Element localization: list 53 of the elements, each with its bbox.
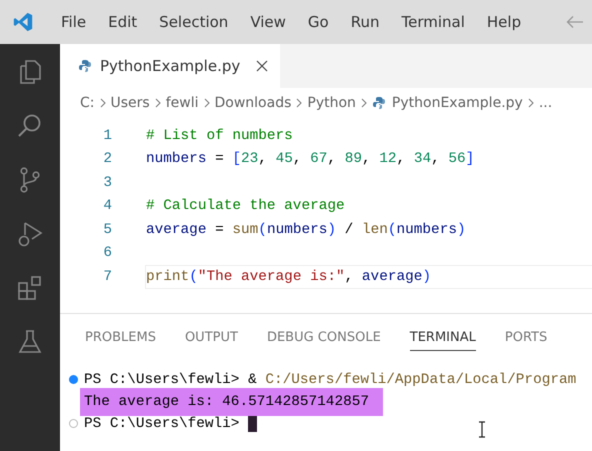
- line-number: 6: [102, 245, 113, 262]
- run-debug-icon[interactable]: [16, 220, 44, 248]
- panel-tab[interactable]: DEBUG CONSOLE: [266, 326, 381, 350]
- extensions-icon[interactable]: [16, 274, 44, 302]
- breadcrumb-item[interactable]: Python: [307, 95, 356, 111]
- menu-item[interactable]: Terminal: [390, 13, 476, 31]
- status-dot: [69, 375, 78, 384]
- menu-item[interactable]: View: [239, 13, 297, 31]
- breadcrumb-item[interactable]: Users: [110, 95, 150, 111]
- menu-item[interactable]: Selection: [148, 13, 240, 31]
- chevron-icon: [360, 98, 368, 108]
- panel-tab[interactable]: PORTS: [504, 326, 548, 350]
- code-line: # List of numbers: [145, 126, 294, 146]
- terminal-cursor: [248, 415, 258, 432]
- menu-item[interactable]: Go: [296, 13, 340, 31]
- line-number: 4: [102, 198, 113, 214]
- line-number: 7: [102, 268, 113, 285]
- terminal-line: PS C:\Users\fewli> & C:/Users/fewli/AppData/Local/Program: [84, 372, 576, 388]
- close-icon[interactable]: [256, 60, 268, 72]
- chevron-icon: [295, 98, 304, 108]
- menu-item[interactable]: Run: [340, 13, 390, 31]
- editor-tab[interactable]: PythonExample.py: [60, 44, 280, 88]
- panel-tab[interactable]: OUTPUT: [184, 326, 238, 350]
- code-line: # Calculate the average: [145, 197, 346, 216]
- line-number: 1: [102, 128, 113, 144]
- breadcrumb-more[interactable]: ...: [538, 95, 552, 111]
- app-logo-icon: [12, 11, 34, 33]
- python-file-icon: [372, 96, 386, 110]
- menu-item[interactable]: Edit: [97, 13, 148, 31]
- python-file-icon: [78, 59, 92, 73]
- chevron-icon: [202, 98, 210, 108]
- panel-tab[interactable]: TERMINAL: [410, 326, 476, 350]
- menu-item[interactable]: Help: [476, 13, 532, 31]
- flask-icon[interactable]: [16, 328, 44, 356]
- panel-tab[interactable]: PROBLEMS: [85, 326, 156, 350]
- status-dot: [69, 419, 78, 428]
- chevron-icon: [526, 98, 535, 108]
- breadcrumb-item[interactable]: PythonExample.py: [372, 95, 523, 111]
- breadcrumb-item[interactable]: C:: [80, 95, 94, 111]
- line-number: 2: [102, 151, 113, 168]
- chevron-icon: [98, 98, 106, 108]
- line-number: 5: [102, 222, 113, 238]
- breadcrumb-item[interactable]: Downloads: [214, 95, 292, 111]
- terminal-line: PS C:\Users\fewli>: [84, 416, 240, 432]
- menu-item[interactable]: File: [50, 13, 98, 31]
- code-line: numbers = [23, 45, 67, 89, 12, 34, 56]: [145, 150, 476, 170]
- chevron-icon: [154, 98, 162, 108]
- code-line: average = sum(numbers) / len(numbers): [145, 220, 467, 240]
- breadcrumb-item[interactable]: fewli: [166, 95, 198, 111]
- text-cursor-icon: [478, 420, 486, 438]
- code-line: print("The average is:", average): [145, 264, 592, 289]
- line-number: 3: [102, 174, 113, 191]
- back-arrow-icon[interactable]: [566, 15, 584, 29]
